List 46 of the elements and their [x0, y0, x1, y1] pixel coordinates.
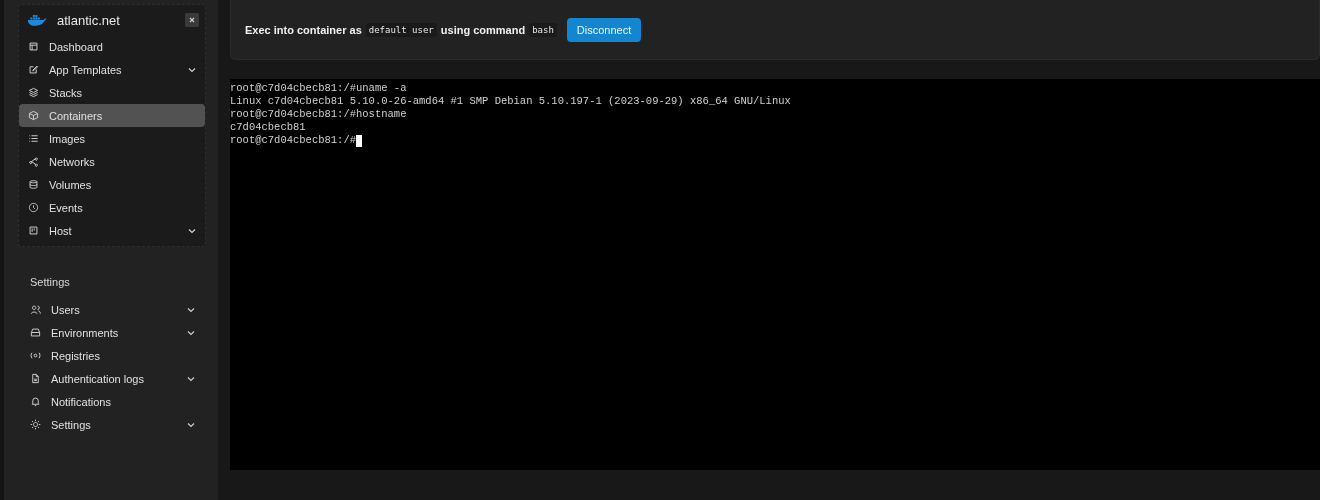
terminal-line: c7d04cbecb81 [230, 121, 306, 134]
terminal-line: root@c7d04cbecb81:/# [230, 134, 357, 147]
drive-icon [30, 327, 41, 338]
nav-item[interactable]: Events [19, 196, 205, 219]
nav-item[interactable]: App Templates [19, 58, 205, 81]
code-text: default user [365, 22, 437, 37]
nav-item[interactable]: Images [19, 127, 205, 150]
section-title: Settings [30, 276, 71, 288]
database-icon [28, 179, 39, 190]
layers-icon [28, 87, 39, 98]
whale-logo-icon [27, 13, 47, 27]
brand-name: atlantic.net [57, 12, 121, 28]
exec-text: using command [440, 23, 526, 36]
terminal-line: root@c7d04cbecb81:/#hostname [230, 108, 407, 121]
disconnect-button[interactable]: Disconnect [566, 17, 642, 42]
nav-item[interactable]: Environments [21, 321, 204, 344]
terminal[interactable]: root@c7d04cbecb81:/#uname -a Linux c7d04cbecb81 5.10.0-26-amd64 #1 SMP Debian 5.10.197-1 (2023-09-29) x86_64 GNU/Linux root@c7d04cbecb81:/#hostname c7d04cbecb81 root@c7d04cbecb81:/# [230, 79, 1320, 470]
edit-icon [28, 64, 39, 75]
nav-item[interactable]: Host [19, 219, 205, 242]
bell-icon [30, 396, 41, 407]
nav-item[interactable]: Authentication logs [21, 367, 204, 390]
nav-item[interactable]: Volumes [19, 173, 205, 196]
terminal-line: Linux c7d04cbecb81 5.10.0-26-amd64 #1 SMP Debian 5.10.197-1 (2023-09-29) x86_64 GNU/Linux [230, 95, 791, 108]
nav-item[interactable]: Users [21, 298, 204, 321]
layout-icon [28, 41, 39, 52]
nav-item[interactable]: Notifications [21, 390, 204, 413]
gear-icon [30, 419, 41, 430]
nav-item[interactable]: Dashboard [19, 35, 205, 58]
box-icon [28, 110, 39, 121]
radio-icon [30, 350, 41, 361]
exec-text: Exec into container as [245, 23, 362, 36]
list-icon [28, 133, 39, 144]
nav-item[interactable]: Containers [19, 104, 205, 127]
terminal-line: root@c7d04cbecb81:/#uname -a [230, 82, 407, 95]
close-button[interactable] [185, 13, 199, 27]
code-text: bash [529, 22, 557, 37]
board-icon [28, 225, 39, 236]
close-icon [187, 15, 197, 25]
share-icon [28, 156, 39, 167]
nav-item[interactable]: Stacks [19, 81, 205, 104]
users-icon [30, 304, 41, 315]
clock-icon [28, 202, 39, 213]
nav-item[interactable]: Registries [21, 344, 204, 367]
nav-item[interactable]: Networks [19, 150, 205, 173]
nav-item[interactable]: Settings [21, 413, 204, 436]
file-icon [30, 373, 41, 384]
